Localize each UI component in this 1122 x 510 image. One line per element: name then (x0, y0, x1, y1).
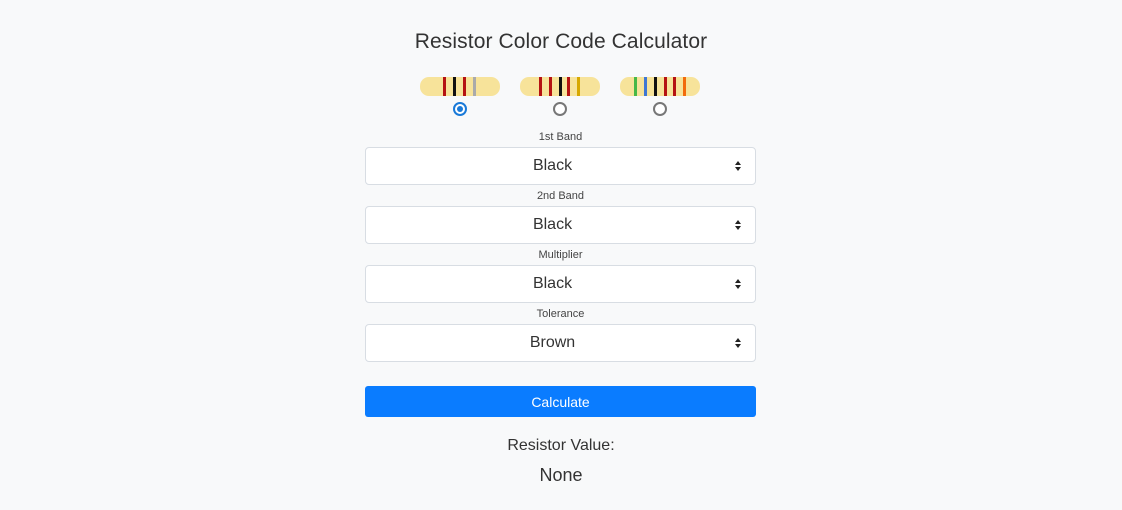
tolerance-select[interactable]: Brown (365, 324, 756, 362)
band-2 (644, 77, 647, 96)
resistor-4-band-radio[interactable] (453, 102, 467, 116)
band-6 (683, 77, 686, 96)
band-1 (634, 77, 637, 96)
resistor-option-6-band[interactable] (620, 76, 700, 121)
band-3 (654, 77, 657, 96)
first-band-select[interactable]: Black (365, 147, 756, 185)
first-band-value: Black (532, 157, 573, 174)
select-arrows-icon (735, 338, 741, 348)
band-2 (549, 77, 552, 96)
resistor-6-band-image (620, 77, 700, 96)
result-value: None (539, 465, 583, 485)
resistor-5-band-image (520, 77, 600, 96)
calculate-button[interactable]: Calculate (365, 386, 756, 417)
band-5 (673, 77, 676, 96)
second-band-label: 2nd Band (536, 190, 585, 202)
multiplier-value: Black (532, 275, 573, 292)
band-5 (577, 77, 580, 96)
band-3 (463, 77, 466, 96)
multiplier-select[interactable]: Black (365, 265, 756, 303)
band-3 (559, 77, 562, 96)
page-title: Resistor Color Code Calculator (414, 30, 708, 53)
band-1 (443, 77, 446, 96)
resistor-6-band-radio[interactable] (653, 102, 667, 116)
resistor-5-band-radio[interactable] (553, 102, 567, 116)
resistor-type-options (420, 76, 700, 121)
tolerance-label: Tolerance (536, 308, 585, 320)
band-2 (453, 77, 456, 96)
select-arrows-icon (735, 279, 741, 289)
result-label: Resistor Value: (507, 437, 615, 454)
multiplier-label: Multiplier (538, 249, 583, 261)
resistor-4-band-image (420, 77, 500, 96)
first-band-label: 1st Band (538, 131, 583, 143)
resistor-option-4-band[interactable] (420, 76, 500, 121)
resistor-option-5-band[interactable] (520, 76, 600, 121)
select-arrows-icon (735, 220, 741, 230)
resistor-calculator-app: Resistor Color Code Calculator 1st Band … (0, 0, 1122, 510)
band-1 (539, 77, 542, 96)
second-band-select[interactable]: Black (365, 206, 756, 244)
second-band-value: Black (532, 216, 573, 233)
tolerance-value: Brown (529, 334, 576, 351)
select-arrows-icon (735, 161, 741, 171)
band-4 (567, 77, 570, 96)
band-4 (664, 77, 667, 96)
band-4 (473, 77, 476, 96)
